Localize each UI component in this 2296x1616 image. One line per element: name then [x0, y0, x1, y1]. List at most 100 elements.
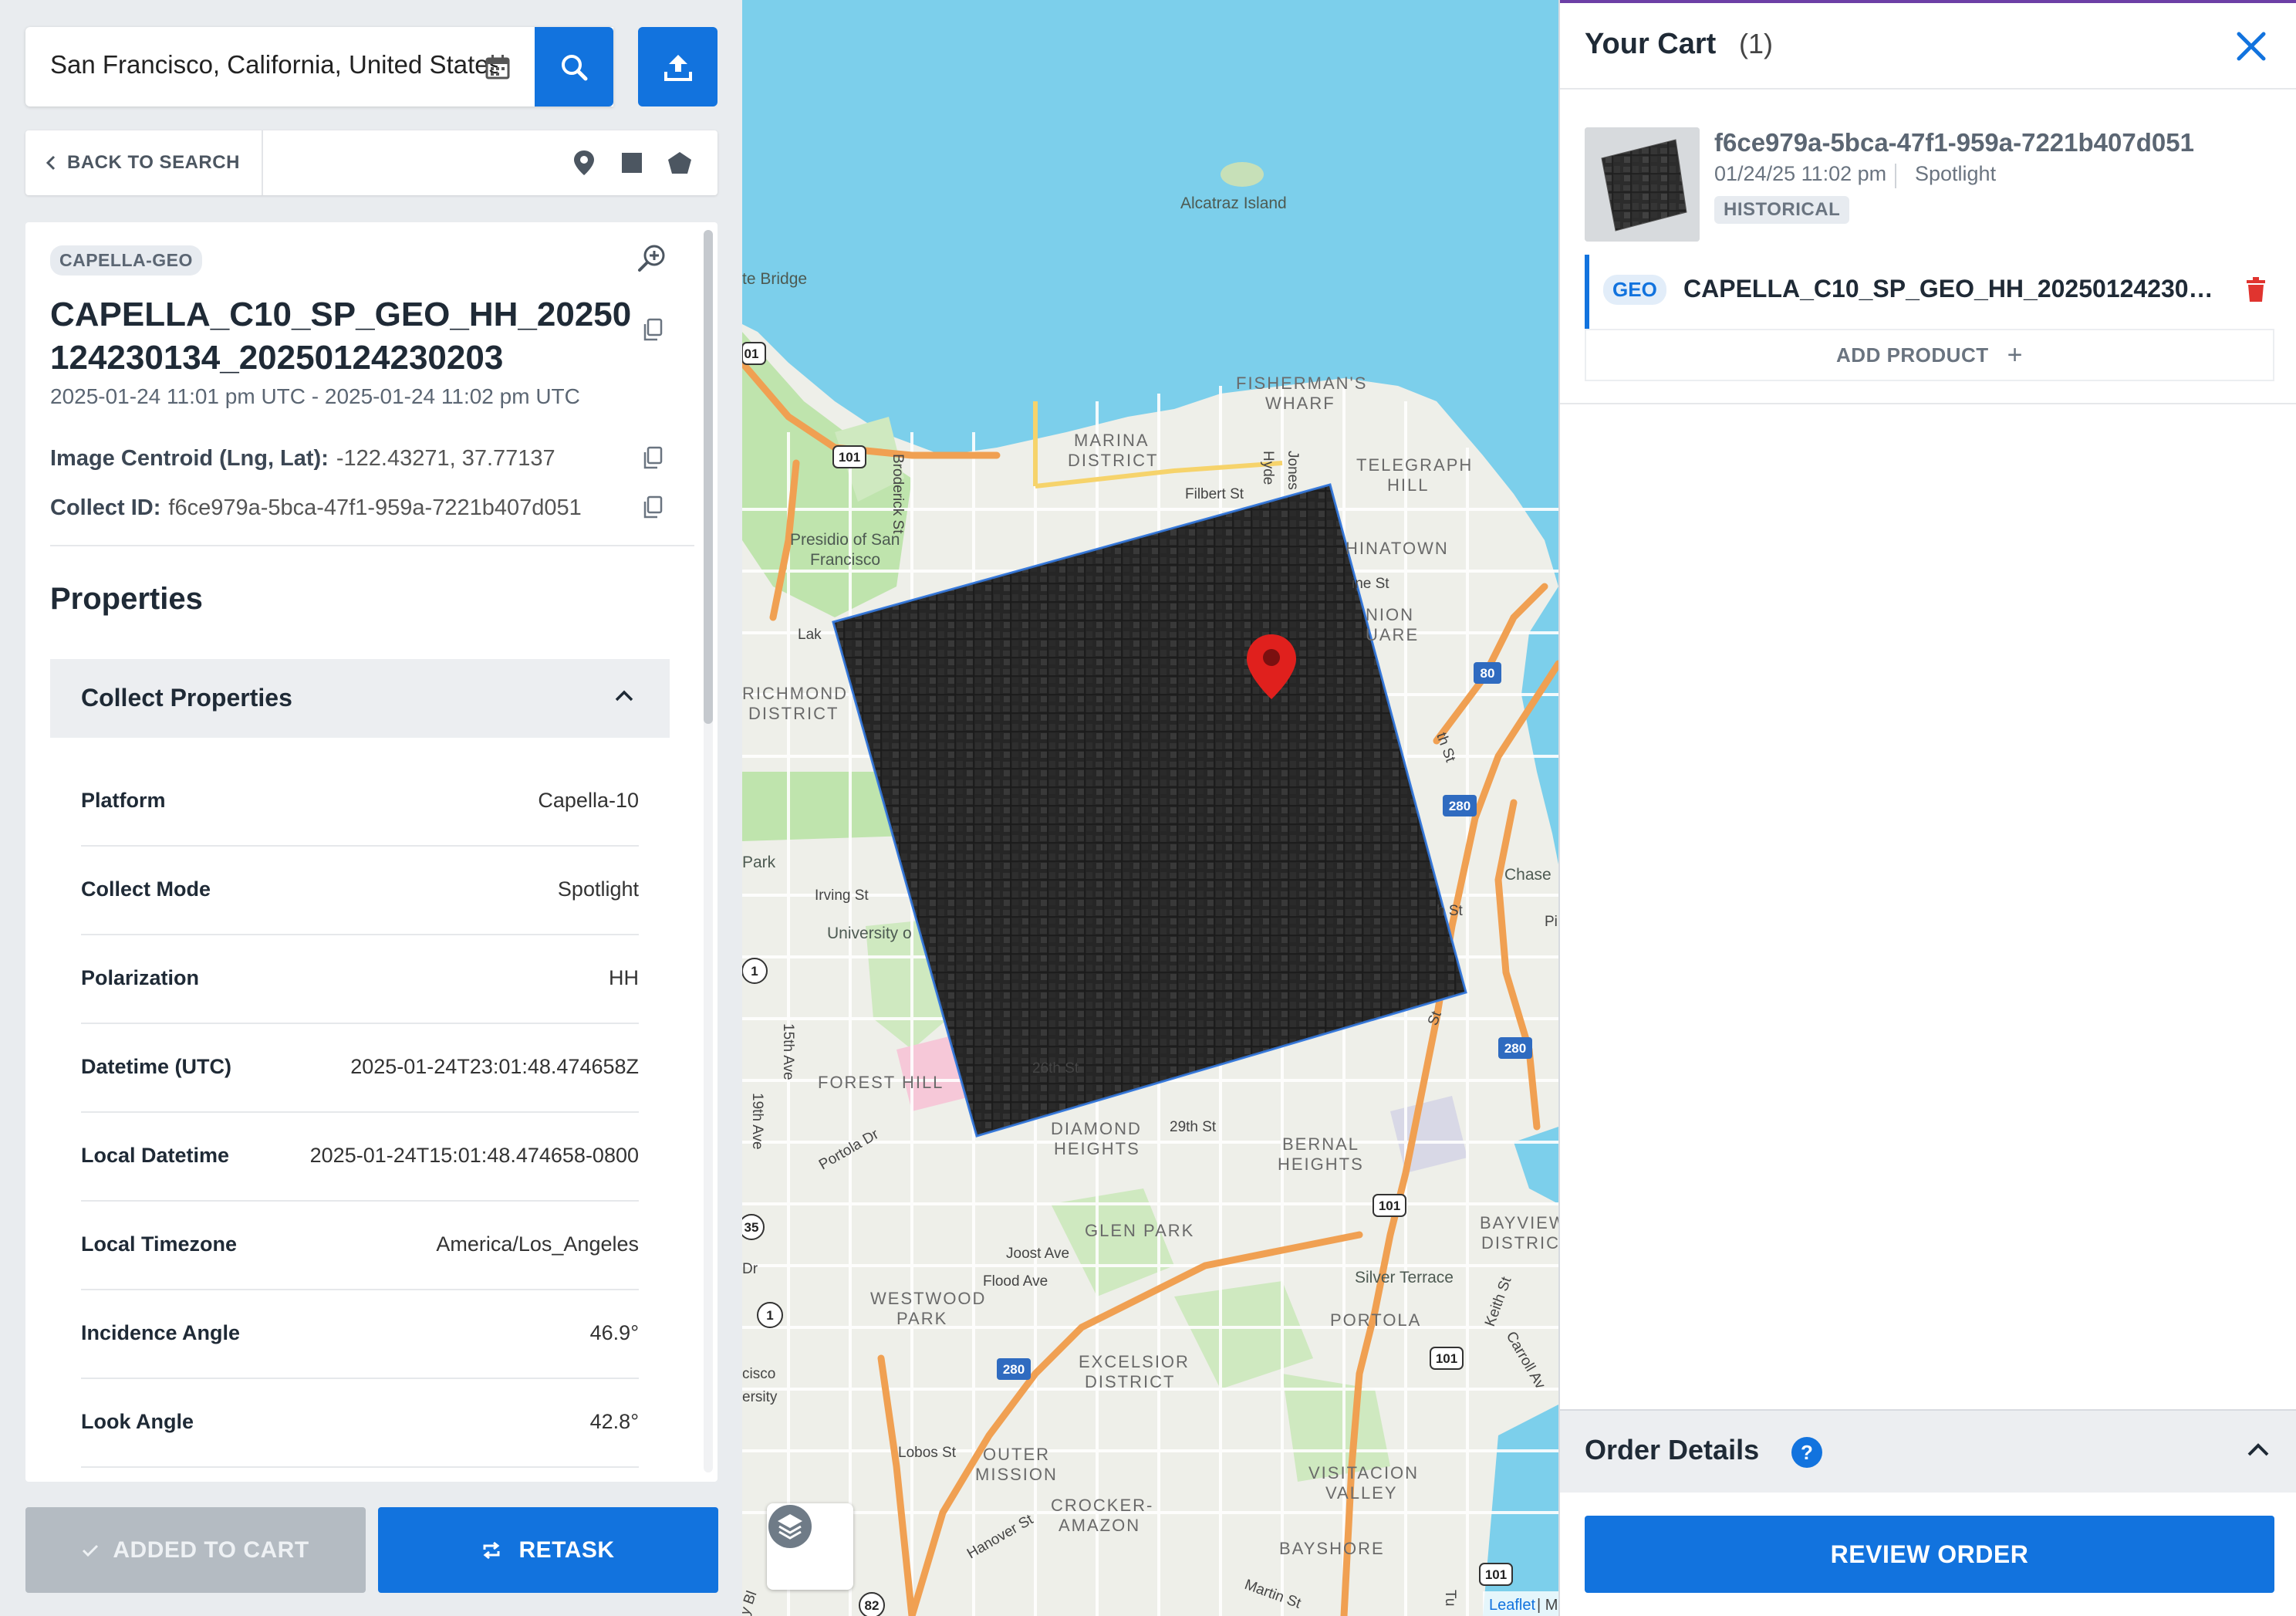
copy-centroid-icon[interactable]	[643, 446, 663, 469]
review-order-button[interactable]: REVIEW ORDER	[1585, 1516, 2274, 1593]
property-value: 42.8°	[589, 1410, 639, 1433]
property-row: Collect Mode Spotlight	[81, 847, 639, 935]
route-shield: 101	[1479, 1563, 1513, 1586]
svg-text:82: 82	[865, 1598, 880, 1613]
collect-time-range: 2025-01-24 11:01 pm UTC - 2025-01-24 11:…	[50, 384, 580, 408]
svg-text:15th Ave: 15th Ave	[780, 1023, 796, 1080]
route-shield: 1	[742, 958, 768, 984]
svg-text:Lobos St: Lobos St	[898, 1445, 957, 1461]
property-key: Incidence Angle	[81, 1321, 241, 1344]
svg-text:101: 101	[1379, 1198, 1400, 1213]
cart-item-id[interactable]: f6ce979a-5bca-47f1-959a-7221b407d051	[1714, 128, 2194, 157]
svg-text:19th Ave: 19th Ave	[749, 1093, 765, 1150]
svg-text:BAYVIEW: BAYVIEW	[1480, 1213, 1558, 1232]
map-label-alcatraz: Alcatraz Island	[1180, 194, 1287, 212]
svg-text:CROCKER-: CROCKER-	[1051, 1496, 1153, 1515]
svg-text:DISTRIC: DISTRIC	[1481, 1233, 1558, 1253]
repeat-icon	[483, 1541, 500, 1559]
route-shield: 280	[1498, 1037, 1532, 1059]
property-key: Polarization	[81, 966, 200, 989]
copy-collect-id-icon[interactable]	[643, 495, 663, 519]
svg-text:VISITACION: VISITACION	[1308, 1463, 1419, 1482]
svg-text:101: 101	[839, 450, 860, 465]
property-key: Look Angle	[81, 1410, 194, 1433]
svg-text:26th St: 26th St	[1032, 1060, 1079, 1077]
search-button[interactable]	[535, 27, 613, 106]
separator	[1895, 164, 1896, 188]
order-details-label: Order Details	[1585, 1434, 1760, 1466]
added-to-cart-button[interactable]: ADDED TO CART	[25, 1507, 366, 1593]
cart-count: (1)	[1739, 28, 1773, 59]
centroid-row: Image Centroid (Lng, Lat): -122.43271, 37…	[50, 446, 555, 472]
cart-product[interactable]: GEO CAPELLA_C10_SP_GEO_HH_20250124230134…	[1585, 255, 2274, 329]
map-view[interactable]: Alcatraz Island te Bridge FISHERMAN'S WH…	[742, 0, 1558, 1616]
trash-icon[interactable]	[2245, 276, 2267, 303]
calendar-icon[interactable]	[484, 53, 512, 81]
property-row: Datetime (UTC) 2025-01-24T23:01:48.474658…	[81, 1024, 639, 1113]
add-product-button[interactable]: ADD PRODUCT +	[1585, 329, 2274, 381]
svg-text:Jones: Jones	[1285, 451, 1301, 490]
svg-text:DISTRICT: DISTRICT	[748, 704, 839, 723]
leaflet-attribution[interactable]: Leaflet	[1489, 1597, 1535, 1614]
route-shield: 80	[1474, 662, 1501, 684]
svg-text:RICHMOND: RICHMOND	[742, 684, 848, 703]
layers-control[interactable]	[767, 1503, 853, 1590]
svg-text:280: 280	[1449, 799, 1470, 813]
collect-title: CAPELLA_C10_SP_GEO_HH_20250124230134_202…	[50, 296, 632, 377]
upload-icon	[663, 54, 692, 81]
help-icon[interactable]: ?	[1791, 1437, 1822, 1468]
collect-id-value: f6ce979a-5bca-47f1-959a-7221b407d051	[168, 495, 582, 520]
svg-text:DIAMOND: DIAMOND	[1051, 1119, 1142, 1138]
top-accent-line	[1560, 0, 2296, 3]
svg-text:101: 101	[1485, 1567, 1507, 1582]
svg-text:Broderick St: Broderick St	[890, 454, 906, 534]
pin-tool[interactable]	[570, 149, 598, 177]
cart-title: Your Cart	[1585, 28, 1717, 60]
map-canvas[interactable]: Alcatraz Island te Bridge FISHERMAN'S WH…	[742, 0, 1558, 1616]
svg-text:ersity: ersity	[742, 1389, 778, 1405]
detail-scrollbar[interactable]	[704, 230, 713, 1472]
zoom-to-icon[interactable]	[636, 242, 667, 273]
layers-icon	[768, 1505, 812, 1548]
search-input[interactable]: San Francisco, California, United States	[50, 50, 498, 79]
search-icon	[562, 54, 588, 80]
rectangle-tool[interactable]	[618, 149, 646, 177]
svg-text:Presidio of San: Presidio of San	[790, 531, 900, 549]
copy-title-icon[interactable]	[643, 318, 663, 341]
chevron-up-icon	[2247, 1443, 2269, 1456]
chevron-left-icon	[46, 155, 56, 171]
route-shield: 101	[1430, 1347, 1464, 1370]
svg-text:35: 35	[745, 1220, 759, 1235]
collect-properties-accordion[interactable]: Collect Properties	[50, 659, 670, 738]
polygon-tool[interactable]	[666, 149, 694, 177]
add-product-label: ADD PRODUCT	[1836, 343, 1989, 367]
added-label: ADDED TO CART	[113, 1537, 309, 1563]
search-field[interactable]: San Francisco, California, United States	[25, 27, 613, 106]
cart-item-date: 01/24/25 11:02 pm	[1714, 162, 1887, 185]
svg-text:h St: h St	[1437, 903, 1464, 919]
property-value: America/Los_Angeles	[436, 1232, 639, 1256]
property-value: Capella-10	[538, 789, 639, 812]
svg-text:280: 280	[1504, 1041, 1526, 1056]
svg-text:EXCELSIOR: EXCELSIOR	[1079, 1352, 1190, 1371]
back-to-search-button[interactable]: BACK TO SEARCH	[25, 130, 263, 195]
retask-button[interactable]: RETASK	[378, 1507, 718, 1593]
property-row: Local Timezone America/Los_Angeles	[81, 1202, 639, 1290]
close-icon[interactable]	[2234, 29, 2268, 63]
route-shield: 82	[859, 1592, 885, 1616]
upload-button[interactable]	[638, 27, 718, 106]
svg-text:Chase: Chase	[1504, 866, 1551, 884]
checkmark-icon	[83, 1544, 99, 1557]
svg-text:29th St: 29th St	[1170, 1119, 1217, 1135]
svg-text:BERNAL: BERNAL	[1282, 1134, 1359, 1154]
svg-text:PARK: PARK	[896, 1309, 947, 1328]
plus-icon: +	[2007, 340, 2023, 370]
route-shield: 101	[832, 445, 866, 468]
property-row: Incidence Angle 46.9°	[81, 1290, 639, 1379]
order-details-accordion[interactable]: Order Details ?	[1560, 1409, 2296, 1493]
svg-text:Joost Ave: Joost Ave	[1006, 1246, 1069, 1262]
svg-text:MARINA: MARINA	[1074, 431, 1150, 450]
collect-id-row: Collect ID: f6ce979a-5bca-47f1-959a-7221b…	[50, 495, 582, 521]
svg-text:VALLEY: VALLEY	[1325, 1483, 1398, 1503]
scroll-thumb[interactable]	[704, 230, 713, 724]
